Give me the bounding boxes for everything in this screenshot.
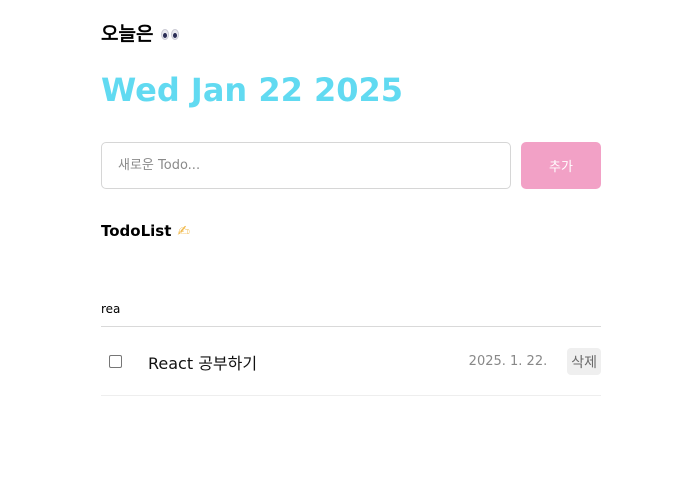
todo-item: React 공부하기 2025. 1. 22. 삭제 <box>101 328 601 396</box>
todo-page: 오늘은 Wed Jan 22 2025 추가 TodoList ✍ React … <box>0 0 678 501</box>
todo-content: React 공부하기 <box>148 353 258 373</box>
todo-list-title: TodoList ✍ <box>101 221 190 241</box>
todo-checkbox[interactable] <box>109 355 122 368</box>
todo-date: 2025. 1. 22. <box>468 354 548 369</box>
right-eye <box>171 28 180 40</box>
todo-list-title-text: TodoList <box>101 222 172 240</box>
header-title: 오늘은 <box>101 22 180 46</box>
eyes-icon <box>161 28 180 40</box>
search-input[interactable] <box>101 292 601 327</box>
left-eye <box>161 28 170 40</box>
add-todo-button[interactable]: 추가 <box>521 142 601 189</box>
new-todo-input[interactable] <box>101 142 511 189</box>
delete-button[interactable]: 삭제 <box>567 348 601 375</box>
header-title-text: 오늘은 <box>101 23 154 45</box>
current-date: Wed Jan 22 2025 <box>101 71 404 109</box>
writing-hand-icon: ✍ <box>177 222 190 240</box>
